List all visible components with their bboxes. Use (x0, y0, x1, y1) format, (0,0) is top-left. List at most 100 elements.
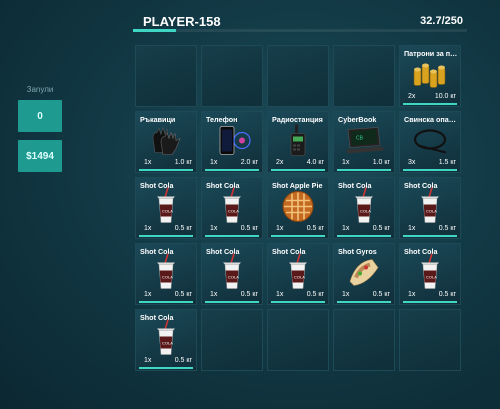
svg-text:COLA: COLA (162, 341, 173, 346)
zip-tie-icon (410, 126, 450, 161)
item-durability-bar (271, 301, 325, 303)
item-durability-bar (337, 301, 391, 303)
item-durability-bar (403, 169, 457, 171)
inventory-slot[interactable]: Shot Cola COLA 1x 0.5 кг (267, 243, 329, 305)
left-panel: Заnули 0 $1494 (18, 85, 62, 180)
item-name: Патрони за пис... (404, 49, 458, 58)
inventory-slot[interactable]: Свинска опашка 3x 1.5 кг (399, 111, 461, 173)
inventory-slot[interactable]: Shot Cola COLA 1x 0.5 кг (201, 243, 263, 305)
svg-text:COLA: COLA (294, 275, 305, 280)
inventory-slot[interactable]: Shot Cola COLA 1x 0.5 кг (135, 309, 197, 371)
laptop-icon: CB (342, 126, 386, 161)
ammo-count-box[interactable]: 0 (18, 100, 62, 132)
inventory-slot-empty[interactable] (333, 45, 395, 107)
item-quantity: 1x (210, 225, 218, 232)
item-durability-bar (205, 235, 259, 237)
item-quantity: 1x (408, 291, 416, 298)
item-name: Ръкавици (140, 115, 176, 124)
svg-text:CB: CB (356, 136, 364, 142)
gyros-icon (346, 256, 382, 295)
item-durability-bar (139, 169, 193, 171)
inventory-slot[interactable]: Shot Gyros 1x 0.5 кг (333, 243, 395, 305)
inventory-slot-empty[interactable] (267, 45, 329, 107)
item-name: Свинска опашка (404, 115, 458, 124)
inventory-slot[interactable]: Shot Cola COLA 1x 0.5 кг (399, 243, 461, 305)
item-quantity: 1x (144, 159, 152, 166)
item-quantity: 1x (144, 357, 152, 364)
item-weight: 0.5 кг (306, 291, 324, 298)
svg-text:COLA: COLA (162, 209, 173, 214)
inventory-slot-empty[interactable] (201, 45, 263, 107)
item-weight: 0.5 кг (174, 357, 192, 364)
item-durability-bar (403, 235, 457, 237)
item-durability-bar (139, 367, 193, 369)
inventory-grid: Патрони за пис... 2x 10.0 кг Ръкавици 1x 1.0 … (135, 45, 461, 371)
item-durability-bar (139, 235, 193, 237)
svg-text:COLA: COLA (228, 209, 239, 214)
item-durability-bar (271, 169, 325, 171)
item-quantity: 1x (342, 291, 350, 298)
item-weight: 0.5 кг (438, 291, 456, 298)
inventory-slot[interactable]: Shot Cola COLA 1x 0.5 кг (201, 177, 263, 239)
svg-text:COLA: COLA (426, 275, 437, 280)
item-weight: 0.5 кг (240, 291, 258, 298)
inventory-slot-empty[interactable] (399, 309, 461, 371)
item-quantity: 1x (210, 159, 218, 166)
inventory-slot[interactable]: Телефон 1x 2.0 кг (201, 111, 263, 173)
item-weight: 0.5 кг (306, 225, 324, 232)
item-durability-bar (403, 301, 457, 303)
item-weight: 1.0 кг (174, 159, 192, 166)
svg-text:COLA: COLA (162, 275, 173, 280)
item-durability-bar (271, 235, 325, 237)
svg-text:COLA: COLA (426, 209, 437, 214)
item-quantity: 1x (276, 225, 284, 232)
item-name: CyberBook (338, 115, 377, 124)
item-durability-bar (403, 103, 457, 105)
item-quantity: 1x (144, 225, 152, 232)
inventory-slot[interactable]: Shot Cola COLA 1x 0.5 кг (399, 177, 461, 239)
item-weight: 1.0 кг (372, 159, 390, 166)
capacity-bar-fill (133, 29, 177, 32)
item-durability-bar (139, 301, 193, 303)
item-name: Shot Apple Pie (272, 181, 323, 190)
inventory-slot[interactable]: Ръкавици 1x 1.0 кг (135, 111, 197, 173)
inventory-slot-empty[interactable] (135, 45, 197, 107)
item-weight: 0.5 кг (372, 225, 390, 232)
inventory-slot[interactable]: Патрони за пис... 2x 10.0 кг (399, 45, 461, 107)
item-weight: 0.5 кг (174, 225, 192, 232)
item-durability-bar (337, 169, 391, 171)
svg-text:COLA: COLA (360, 209, 371, 214)
inventory-slot[interactable]: CyberBook CB 1x 1.0 кг (333, 111, 395, 173)
item-quantity: 1x (210, 291, 218, 298)
item-quantity: 2x (276, 159, 284, 166)
inventory-slot-empty[interactable] (201, 309, 263, 371)
item-durability-bar (205, 169, 259, 171)
item-quantity: 1x (276, 291, 284, 298)
inventory-slot-empty[interactable] (267, 309, 329, 371)
capacity-bar (133, 29, 467, 32)
player-name: PLAYER-158 (143, 14, 221, 29)
inventory-slot[interactable]: Радиостанция 2x 4.0 кг (267, 111, 329, 173)
inventory-slot[interactable]: Shot Apple Pie 1x 0.5 кг (267, 177, 329, 239)
item-quantity: 1x (408, 225, 416, 232)
item-name: Радиостанция (272, 115, 323, 124)
inventory-slot[interactable]: Shot Cola COLA 1x 0.5 кг (135, 177, 197, 239)
item-weight: 0.5 кг (174, 291, 192, 298)
ammo-label: Заnули (26, 85, 54, 94)
item-name: Shot Gyros (338, 247, 377, 256)
inventory-weight: 32.7/250 (420, 15, 463, 27)
item-quantity: 2x (408, 93, 416, 100)
item-durability-bar (205, 301, 259, 303)
svg-text:COLA: COLA (228, 275, 239, 280)
item-quantity: 3x (408, 159, 416, 166)
inventory-slot[interactable]: Shot Cola COLA 1x 0.5 кг (333, 177, 395, 239)
ammo-icon (410, 58, 450, 97)
money-box[interactable]: $1494 (18, 140, 62, 172)
radio-icon (286, 124, 310, 163)
item-quantity: 1x (342, 225, 350, 232)
item-quantity: 1x (342, 159, 350, 166)
item-weight: 10.0 кг (434, 93, 456, 100)
inventory-slot[interactable]: Shot Cola COLA 1x 0.5 кг (135, 243, 197, 305)
inventory-slot-empty[interactable] (333, 309, 395, 371)
item-weight: 0.5 кг (240, 225, 258, 232)
